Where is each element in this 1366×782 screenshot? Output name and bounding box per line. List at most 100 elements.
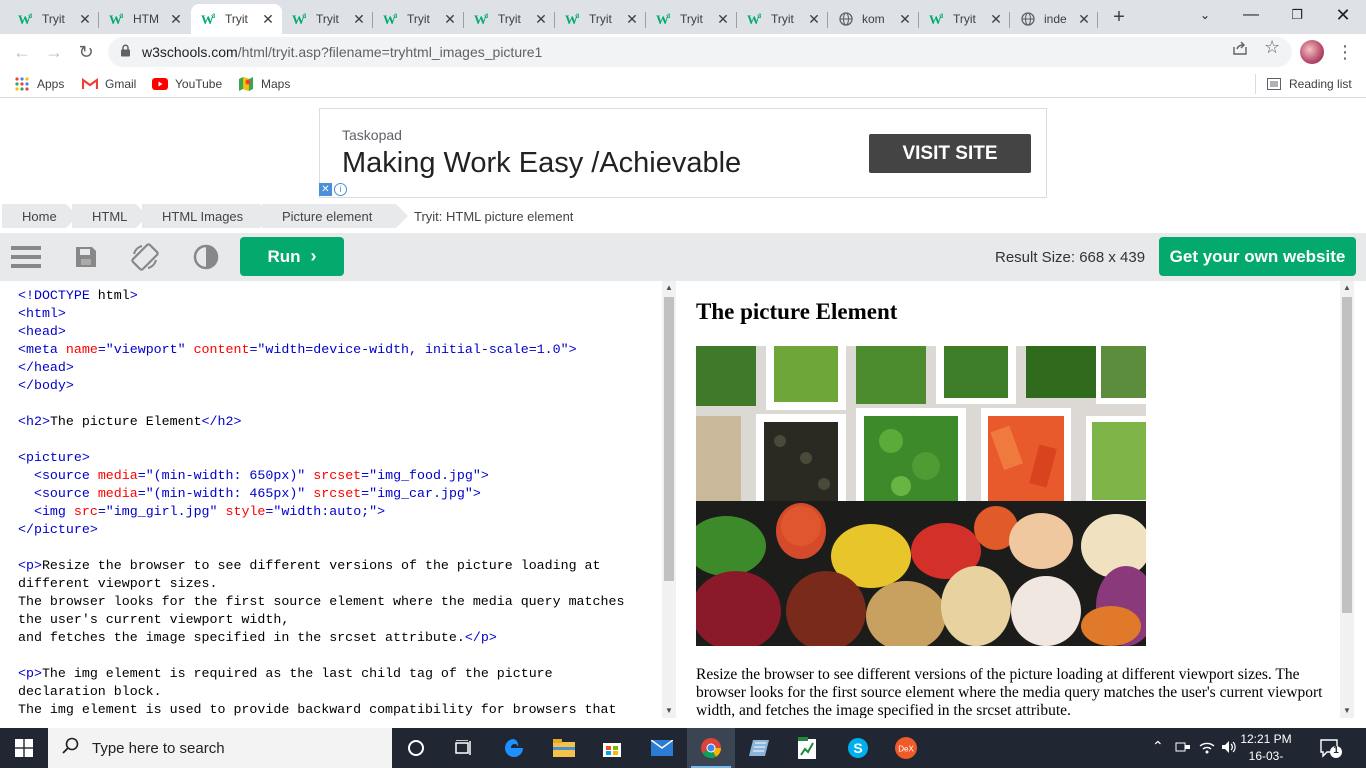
- result-frame[interactable]: The picture Element Resize the browser t…: [688, 281, 1356, 718]
- restore-button[interactable]: ❐: [1274, 0, 1320, 30]
- close-tab-icon[interactable]: ✕: [260, 11, 276, 27]
- breadcrumb-html[interactable]: HTML: [72, 204, 148, 228]
- show-hidden-icons-chevron[interactable]: ⌃: [1152, 738, 1164, 755]
- bookmark-maps[interactable]: Maps: [238, 75, 290, 93]
- code-line[interactable]: </head>: [18, 359, 624, 377]
- skype-icon[interactable]: S: [834, 728, 882, 768]
- bookmark-star-icon[interactable]: ☆: [1264, 37, 1280, 58]
- close-tab-icon[interactable]: ✕: [715, 11, 731, 27]
- forward-arrow-icon[interactable]: →: [40, 38, 68, 66]
- breadcrumb-home[interactable]: Home: [2, 204, 78, 228]
- code-line[interactable]: <html>: [18, 305, 624, 323]
- browser-tab[interactable]: W 3 Tryit ✕: [8, 4, 99, 34]
- wifi-icon[interactable]: [1199, 740, 1215, 757]
- dex-app-icon[interactable]: DeX: [882, 728, 930, 768]
- close-window-button[interactable]: ✕: [1320, 0, 1366, 30]
- scrollbar-thumb[interactable]: [1342, 297, 1352, 613]
- browser-tab[interactable]: W 3 Tryit ✕: [191, 4, 282, 34]
- scroll-up-arrow-icon[interactable]: ▲: [662, 281, 676, 295]
- scrollbar-thumb[interactable]: [664, 297, 674, 581]
- close-tab-icon[interactable]: ✕: [988, 11, 1004, 27]
- edge-browser-icon[interactable]: [490, 728, 538, 768]
- close-tab-icon[interactable]: ✕: [897, 11, 913, 27]
- browser-tab[interactable]: W 3 HTM ✕: [99, 4, 190, 34]
- profile-avatar[interactable]: [1300, 40, 1324, 64]
- browser-tab[interactable]: W 3 Tryit ✕: [555, 4, 646, 34]
- bookmark-gmail[interactable]: Gmail: [82, 75, 136, 93]
- close-tab-icon[interactable]: ✕: [806, 11, 822, 27]
- breadcrumb-html-images[interactable]: HTML Images: [142, 204, 272, 228]
- code-line[interactable]: <h2>The picture Element</h2>: [18, 413, 624, 431]
- close-tab-icon[interactable]: ✕: [168, 11, 184, 27]
- spreadsheet-app-icon[interactable]: [784, 728, 832, 768]
- result-frame-scrollbar[interactable]: ▲ ▼: [1340, 281, 1354, 718]
- close-tab-icon[interactable]: ✕: [624, 11, 640, 27]
- clock[interactable]: 12:21 PM 16-03-2022: [1236, 731, 1296, 782]
- code-line[interactable]: ​: [18, 395, 624, 413]
- browser-tab[interactable]: W 3 Tryit ✕: [646, 4, 737, 34]
- scroll-down-arrow-icon[interactable]: ▼: [1340, 704, 1354, 718]
- code-line[interactable]: the user's current viewport width,: [18, 611, 624, 629]
- browser-tab[interactable]: kom ✕: [828, 4, 919, 34]
- close-tab-icon[interactable]: ✕: [77, 11, 93, 27]
- code-line[interactable]: <head>: [18, 323, 624, 341]
- browser-tab[interactable]: W 3 Tryit ✕: [737, 4, 828, 34]
- task-view-icon[interactable]: [440, 728, 488, 768]
- close-tab-icon[interactable]: ✕: [1076, 11, 1092, 27]
- bookmark-youtube[interactable]: YouTube: [152, 75, 222, 93]
- code-line[interactable]: <source media="(min-width: 650px)" srcse…: [18, 467, 624, 485]
- bookmark-apps[interactable]: Apps: [14, 75, 64, 93]
- network-adapter-icon[interactable]: [1175, 740, 1191, 757]
- reading-list-button[interactable]: Reading list: [1266, 75, 1352, 93]
- cortana-icon[interactable]: [392, 728, 440, 768]
- tab-search-icon[interactable]: ⌄: [1182, 0, 1228, 30]
- taskbar-search-box[interactable]: Type here to search: [48, 728, 392, 768]
- notes-app-icon[interactable]: [736, 728, 784, 768]
- code-editor-scrollbar[interactable]: ▲ ▼: [662, 281, 676, 718]
- code-line[interactable]: ​: [18, 647, 624, 665]
- back-arrow-icon[interactable]: ←: [8, 38, 36, 66]
- minimize-button[interactable]: —: [1228, 0, 1274, 30]
- code-line[interactable]: The browser looks for the first source e…: [18, 593, 624, 611]
- browser-tab[interactable]: W 3 Tryit ✕: [282, 4, 373, 34]
- code-text[interactable]: <!DOCTYPE html> <html> <head> <meta name="v…: [18, 287, 624, 718]
- advertisement-banner[interactable]: Taskopad Making Work Easy /Achievable VI…: [319, 108, 1047, 198]
- ad-visit-site-button[interactable]: VISIT SITE: [869, 134, 1031, 173]
- ad-close-icon[interactable]: ✕: [319, 183, 332, 196]
- code-line[interactable]: </body>: [18, 377, 624, 395]
- ad-info-icon[interactable]: i: [334, 183, 347, 196]
- close-tab-icon[interactable]: ✕: [533, 11, 549, 27]
- code-line[interactable]: <source media="(min-width: 465px)" srcse…: [18, 485, 624, 503]
- code-line[interactable]: <p>The img element is required as the la…: [18, 665, 624, 683]
- close-tab-icon[interactable]: ✕: [351, 11, 367, 27]
- address-bar[interactable]: w3schools.com/html/tryit.asp?filename=tr…: [108, 37, 1292, 67]
- code-line[interactable]: <img src="img_girl.jpg" style="width:aut…: [18, 503, 624, 521]
- chrome-menu-icon[interactable]: ⋮: [1336, 40, 1354, 64]
- scroll-down-arrow-icon[interactable]: ▼: [662, 704, 676, 718]
- code-line[interactable]: declaration block.: [18, 683, 624, 701]
- microsoft-store-icon[interactable]: [588, 728, 636, 768]
- share-icon[interactable]: [1232, 40, 1248, 61]
- code-line[interactable]: The img element is used to provide backw…: [18, 701, 624, 718]
- code-line[interactable]: <p>Resize the browser to see different v…: [18, 557, 624, 575]
- browser-tab[interactable]: W 3 Tryit ✕: [464, 4, 555, 34]
- browser-tab[interactable]: W 3 Tryit ✕: [373, 4, 464, 34]
- code-line[interactable]: and fetches the image specified in the s…: [18, 629, 624, 647]
- scroll-up-arrow-icon[interactable]: ▲: [1340, 281, 1354, 295]
- run-button[interactable]: Run ›: [240, 237, 344, 276]
- chrome-icon[interactable]: [687, 728, 735, 768]
- windows-start-button[interactable]: [0, 728, 48, 768]
- theme-contrast-icon[interactable]: [189, 240, 223, 274]
- new-tab-button[interactable]: +: [1108, 6, 1130, 28]
- rotate-orientation-icon[interactable]: [128, 240, 162, 274]
- code-line[interactable]: <!DOCTYPE html>: [18, 287, 624, 305]
- get-your-own-website-button[interactable]: Get your own website: [1159, 237, 1356, 276]
- code-line[interactable]: ​: [18, 431, 624, 449]
- volume-icon[interactable]: [1221, 740, 1237, 757]
- breadcrumb-picture-element[interactable]: Picture element: [262, 204, 408, 228]
- code-line[interactable]: ​: [18, 539, 624, 557]
- code-editor[interactable]: <!DOCTYPE html> <html> <head> <meta name="v…: [10, 281, 678, 718]
- browser-tab[interactable]: inde ✕: [1010, 4, 1098, 34]
- adchoices-icons[interactable]: ✕ i: [319, 183, 349, 197]
- reload-icon[interactable]: ↻: [72, 38, 100, 66]
